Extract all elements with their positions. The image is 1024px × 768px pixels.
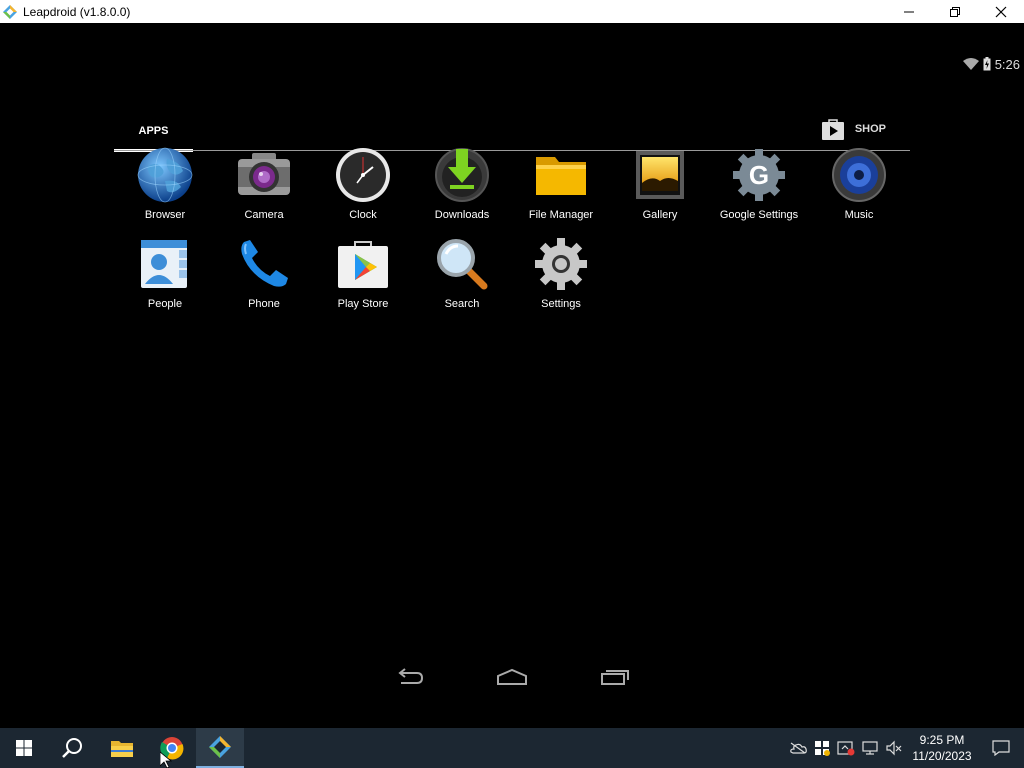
notification-center-button[interactable] — [978, 728, 1024, 768]
app-gallery[interactable]: Gallery — [612, 146, 708, 226]
speaker-icon — [832, 148, 886, 202]
close-button[interactable] — [978, 0, 1024, 23]
tray-volume[interactable] — [882, 728, 906, 768]
app-phone[interactable]: Phone — [216, 235, 312, 315]
shop-bag-icon — [821, 119, 844, 140]
tray-network[interactable] — [858, 728, 882, 768]
windows-taskbar: 9:25 PM 11/20/2023 — [0, 728, 1024, 768]
play-store-icon — [338, 241, 388, 288]
clock-icon — [336, 148, 390, 202]
home-icon — [497, 668, 527, 685]
app-label: Phone — [248, 298, 280, 310]
app-label: Camera — [244, 209, 284, 221]
defender-icon — [815, 741, 830, 756]
phone-icon — [241, 240, 288, 287]
clock-time: 9:25 PM — [919, 733, 965, 747]
minimize-button[interactable] — [886, 0, 932, 23]
app-camera[interactable]: Camera — [216, 146, 312, 226]
recents-button[interactable] — [595, 663, 635, 691]
tab-shop-label: SHOP — [854, 123, 886, 135]
app-play-store[interactable]: Play Store — [315, 235, 411, 315]
battery-icon — [983, 57, 991, 71]
system-tray: 9:25 PM 11/20/2023 — [786, 728, 1024, 768]
svg-text:G: G — [749, 160, 769, 190]
onedrive-icon — [790, 742, 807, 754]
contacts-icon — [141, 240, 187, 288]
mouse-cursor-icon — [160, 752, 172, 768]
security-icon — [837, 741, 855, 756]
taskbar-search-button[interactable] — [48, 728, 96, 768]
tray-defender[interactable] — [810, 728, 834, 768]
app-file-manager[interactable]: File Manager — [513, 146, 609, 226]
app-label: Play Store — [337, 298, 389, 310]
restore-button[interactable] — [932, 0, 978, 23]
search-icon — [62, 738, 82, 758]
wifi-icon — [962, 58, 979, 70]
file-explorer-icon — [111, 741, 133, 757]
app-google-settings[interactable]: G Google Settings — [711, 146, 807, 226]
app-label: Browser — [144, 209, 186, 221]
start-button[interactable] — [0, 728, 48, 768]
app-music[interactable]: Music — [811, 146, 907, 226]
android-screen: 5:26 APPS SHOP Browser Camera Clock Down… — [0, 23, 1024, 728]
tab-shop[interactable]: SHOP — [821, 117, 886, 141]
app-label: Gallery — [642, 209, 678, 221]
restore-icon — [950, 6, 960, 17]
app-browser[interactable]: Browser — [117, 146, 213, 226]
app-people[interactable]: People — [117, 235, 213, 315]
notification-icon — [992, 740, 1010, 756]
camera-icon — [238, 153, 290, 195]
window-titlebar: Leapdroid (v1.8.0.0) — [0, 0, 1024, 23]
gallery-icon — [636, 151, 684, 199]
close-icon — [995, 6, 1007, 17]
app-label: Google Settings — [719, 209, 799, 221]
network-icon — [862, 741, 878, 755]
app-label: Search — [444, 298, 480, 310]
windows-start-icon — [16, 740, 32, 756]
android-navbar — [0, 663, 1024, 693]
app-label: Music — [844, 209, 874, 221]
app-settings[interactable]: Settings — [513, 235, 609, 315]
taskbar-chrome[interactable] — [148, 728, 196, 768]
leapdroid-icon — [209, 736, 231, 758]
app-label: File Manager — [528, 209, 594, 221]
app-label: Clock — [349, 209, 377, 221]
app-label: Settings — [541, 298, 581, 310]
status-bar: 5:26 — [962, 56, 1020, 72]
app-label: People — [147, 298, 183, 310]
clock-date: 11/20/2023 — [912, 749, 972, 763]
tray-onedrive[interactable] — [786, 728, 810, 768]
app-label: Downloads — [434, 209, 490, 221]
download-icon — [435, 148, 489, 202]
app-clock[interactable]: Clock — [315, 146, 411, 226]
volume-muted-icon — [886, 740, 902, 756]
taskbar-leapdroid[interactable] — [196, 728, 244, 768]
app-downloads[interactable]: Downloads — [414, 146, 510, 226]
app-search[interactable]: Search — [414, 235, 510, 315]
status-time: 5:26 — [994, 56, 1020, 72]
magnifier-icon — [437, 239, 488, 290]
recents-icon — [601, 670, 629, 685]
minimize-icon — [904, 11, 914, 12]
taskbar-clock[interactable]: 9:25 PM 11/20/2023 — [906, 732, 978, 764]
tray-security[interactable] — [834, 728, 858, 768]
folder-icon — [536, 157, 586, 195]
taskbar-file-explorer[interactable] — [98, 728, 146, 768]
back-button[interactable] — [390, 663, 430, 691]
back-icon — [398, 668, 424, 684]
google-settings-icon: G — [733, 149, 785, 201]
leapdroid-logo-icon — [3, 4, 17, 19]
globe-icon — [137, 147, 193, 203]
home-button[interactable] — [492, 663, 532, 691]
window-title: Leapdroid (v1.8.0.0) — [23, 4, 131, 19]
gear-icon — [535, 238, 587, 290]
